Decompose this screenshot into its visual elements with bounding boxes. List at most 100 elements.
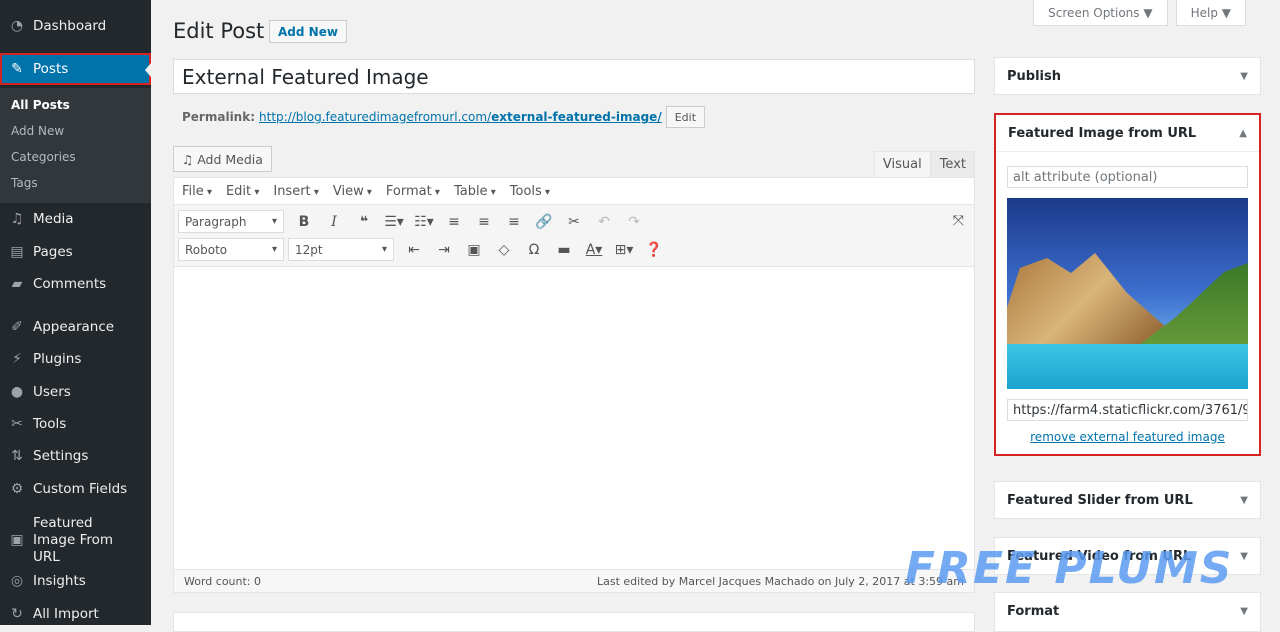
media-icon: ♫: [182, 151, 194, 167]
submenu-categories[interactable]: Categories: [11, 150, 76, 164]
editor-content-area[interactable]: [174, 267, 974, 567]
add-media-button[interactable]: ♫ Add Media: [173, 146, 272, 172]
menu-edit[interactable]: Edit: [226, 184, 259, 199]
insights-icon: ◎: [10, 573, 24, 589]
font-family-select[interactable]: Roboto: [178, 238, 284, 261]
menu-dashboard[interactable]: ◔ Dashboard: [0, 10, 151, 42]
undo-icon[interactable]: ↶: [594, 214, 614, 230]
menu-label: Dashboard: [33, 18, 107, 34]
featured-image-header[interactable]: Featured Image from URL ▲: [996, 115, 1259, 151]
featured-image-box: Featured Image from URL ▲ alt attribute (…: [994, 113, 1261, 456]
permalink-link[interactable]: http://blog.featuredimagefromurl.com/ext…: [259, 110, 662, 124]
text-color-icon[interactable]: A▾: [584, 242, 604, 258]
menu-label: All Import: [33, 606, 99, 622]
menu-label: Plugins: [33, 351, 82, 367]
image-url-input[interactable]: https://farm4.staticflickr.com/3761/99: [1007, 399, 1248, 421]
special-char-icon[interactable]: Ω: [524, 242, 544, 258]
featured-image-icon: ▣: [10, 531, 24, 548]
permalink-label: Permalink:: [182, 110, 256, 124]
menu-settings[interactable]: ⇅ Settings: [0, 440, 151, 472]
submenu-tags[interactable]: Tags: [11, 176, 38, 190]
menu-featured-image[interactable]: ▣ Featured Image From URL: [0, 515, 151, 565]
menu-media[interactable]: ♫ Media: [0, 203, 151, 235]
link-icon[interactable]: 🔗: [534, 214, 554, 230]
featured-slider-header[interactable]: Featured Slider from URL ▼: [995, 482, 1260, 518]
chevron-up-icon[interactable]: ▲: [1239, 128, 1247, 139]
editor-statusbar: Word count: 0 Last edited by Marcel Jacq…: [174, 569, 974, 592]
featured-slider-title: Featured Slider from URL: [1007, 492, 1193, 508]
numbered-list-icon[interactable]: ☷▾: [414, 214, 434, 230]
menu-custom-fields[interactable]: ⚙ Custom Fields: [0, 473, 151, 505]
comment-icon: ▰: [11, 276, 23, 292]
italic-icon[interactable]: I: [324, 214, 344, 230]
bold-icon[interactable]: B: [294, 214, 314, 230]
menu-plugins[interactable]: ⚡ Plugins: [0, 343, 151, 375]
chevron-down-icon[interactable]: ▼: [1240, 606, 1248, 617]
menu-format[interactable]: Format: [386, 184, 440, 199]
blockquote-icon[interactable]: ❝: [354, 214, 374, 230]
plug-icon: ⚡: [12, 351, 22, 367]
menu-tools[interactable]: Tools: [510, 184, 550, 199]
permalink-slug: external-featured-image/: [491, 110, 662, 124]
alt-attribute-input[interactable]: alt attribute (optional): [1007, 166, 1248, 188]
fullscreen-icon[interactable]: ⤧: [953, 213, 964, 229]
outdent-icon[interactable]: ⇤: [404, 242, 424, 258]
editor-menubar: File Edit Insert View Format Table Tools: [174, 178, 974, 205]
menu-table[interactable]: Table: [454, 184, 496, 199]
chevron-down-icon[interactable]: ▼: [1240, 551, 1248, 562]
align-center-icon[interactable]: ≡: [474, 214, 494, 230]
format-box: Format ▼: [994, 592, 1261, 632]
align-left-icon[interactable]: ≡: [444, 214, 464, 230]
add-media-label: Add Media: [197, 151, 263, 167]
menu-all-import[interactable]: ↻ All Import: [0, 598, 151, 630]
gear-icon: ⚙: [10, 481, 24, 497]
screen-options-button[interactable]: Screen Options ▼: [1033, 0, 1168, 26]
featured-slider-box: Featured Slider from URL ▼: [994, 481, 1261, 519]
menu-comments[interactable]: ▰ Comments: [0, 268, 151, 300]
menu-users[interactable]: ● Users: [0, 376, 151, 408]
menu-label: Tools: [33, 416, 67, 432]
align-right-icon[interactable]: ≡: [504, 214, 524, 230]
menu-insert[interactable]: Insert: [273, 184, 319, 199]
submenu-add-new[interactable]: Add New: [11, 124, 64, 138]
indent-icon[interactable]: ⇥: [434, 242, 454, 258]
paste-text-icon[interactable]: ▣: [464, 242, 484, 258]
admin-sidebar: ◔ Dashboard ✎ Posts All Posts Add New Cate…: [0, 0, 151, 625]
post-title-input[interactable]: External Featured Image: [173, 59, 975, 94]
add-new-button[interactable]: Add New: [269, 20, 347, 43]
format-select[interactable]: Paragraph: [178, 210, 284, 233]
publish-box: Publish ▼: [994, 57, 1261, 95]
redo-icon[interactable]: ↷: [624, 214, 644, 230]
editor-tabs: Visual Text: [873, 151, 975, 178]
table-icon[interactable]: ⊞▾: [614, 242, 634, 258]
menu-file[interactable]: File: [182, 184, 212, 199]
edit-permalink-button[interactable]: Edit: [665, 106, 706, 128]
submenu-all-posts[interactable]: All Posts: [11, 98, 70, 112]
menu-pages[interactable]: ▤ Pages: [0, 236, 151, 268]
font-size-select[interactable]: 12pt: [288, 238, 394, 261]
unlink-icon[interactable]: ✂: [564, 214, 584, 230]
remove-featured-image-link[interactable]: remove external featured image: [1007, 430, 1248, 444]
menu-label: Settings: [33, 448, 89, 464]
publish-header[interactable]: Publish ▼: [995, 58, 1260, 94]
horizontal-line-icon[interactable]: ▬: [554, 242, 574, 258]
tab-text[interactable]: Text: [930, 151, 975, 178]
clear-format-icon[interactable]: ◇: [494, 242, 514, 258]
help-button[interactable]: Help ▼: [1175, 0, 1246, 26]
menu-tools[interactable]: ✂ Tools: [0, 408, 151, 440]
menu-appearance[interactable]: ✐ Appearance: [0, 311, 151, 343]
tab-visual[interactable]: Visual: [873, 151, 931, 178]
page-title: Edit Post: [173, 19, 265, 43]
chevron-down-icon[interactable]: ▼: [1240, 495, 1248, 506]
menu-insights[interactable]: ◎ Insights: [0, 565, 151, 597]
dashboard-icon: ◔: [10, 18, 24, 34]
menu-view[interactable]: View: [333, 184, 372, 199]
help-icon[interactable]: ❓: [644, 242, 664, 258]
bullet-list-icon[interactable]: ☰▾: [384, 214, 404, 230]
format-header[interactable]: Format ▼: [995, 593, 1260, 629]
menu-label: Posts: [33, 61, 69, 77]
chevron-down-icon[interactable]: ▼: [1240, 71, 1248, 82]
pin-icon: ✎: [11, 61, 23, 77]
menu-label: Featured Image From URL: [33, 514, 114, 565]
menu-posts[interactable]: ✎ Posts: [0, 53, 151, 85]
